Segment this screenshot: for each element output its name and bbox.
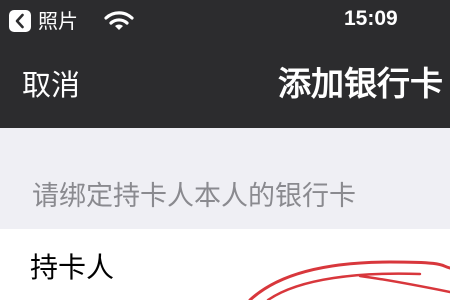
status-clock: 15:09 — [344, 7, 398, 30]
status-bar: 照片 15:09 — [0, 0, 450, 42]
back-app-label: 照片 — [38, 9, 78, 33]
back-to-app-button[interactable]: 照片 — [8, 9, 78, 33]
cardholder-label: 持卡人 — [30, 251, 115, 284]
section-header: 请绑定持卡人本人的银行卡 — [32, 181, 356, 212]
navigation-bar: 取消 添加银行卡 — [0, 42, 450, 128]
wifi-icon — [104, 11, 134, 30]
page-title: 添加银行卡 — [278, 64, 443, 103]
chevron-left-icon — [9, 10, 31, 32]
cardholder-row[interactable]: 持卡人 — [0, 229, 450, 300]
cancel-button[interactable]: 取消 — [22, 67, 80, 103]
